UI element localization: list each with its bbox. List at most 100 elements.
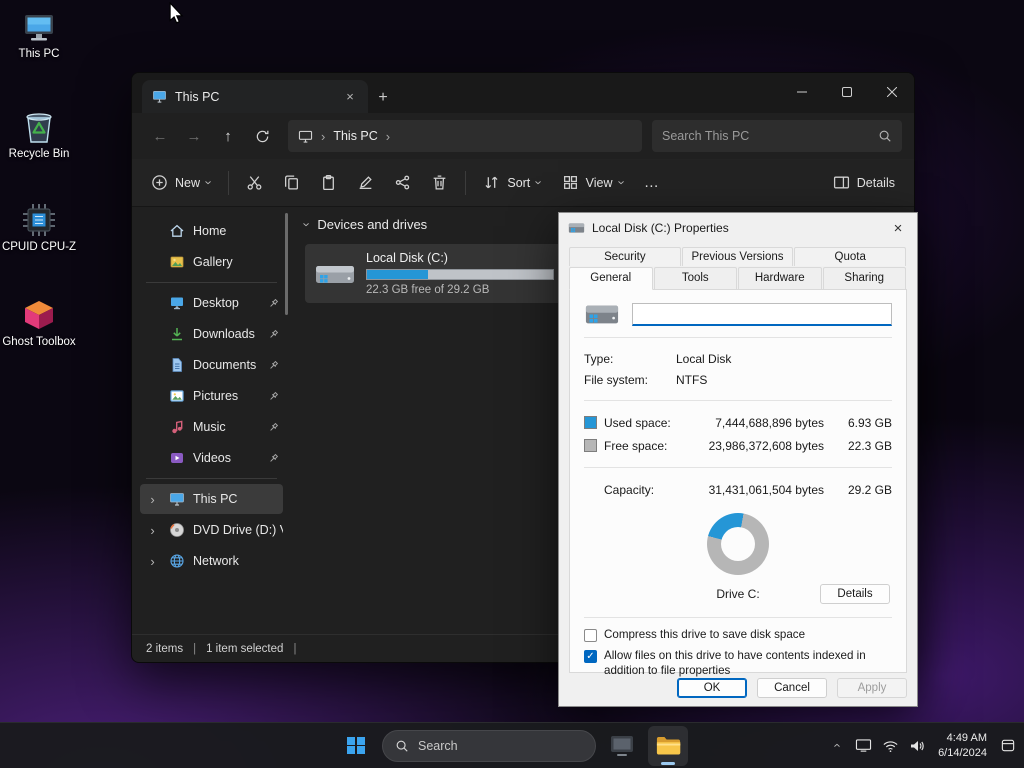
refresh-icon[interactable] (246, 120, 278, 152)
tab-sharing[interactable]: Sharing (823, 267, 907, 290)
gallery-icon (168, 254, 185, 271)
volume-label-input[interactable] (632, 303, 892, 326)
sidebar-item-network[interactable]: › Network (140, 546, 283, 576)
chevron-right-icon[interactable]: › (145, 524, 160, 537)
breadcrumb[interactable]: › This PC › (288, 120, 642, 152)
sidebar-item-this-pc[interactable]: › This PC (140, 484, 283, 514)
separator (584, 337, 892, 338)
chevron-collapse-icon[interactable]: › (301, 222, 314, 226)
desktop-icon-this-pc[interactable]: This PC (0, 12, 78, 62)
new-button[interactable]: New › (142, 166, 220, 200)
navigation-bar: ← → ↑ › This PC › (132, 113, 914, 159)
sidebar-item-home[interactable]: Home (140, 216, 283, 246)
downloads-icon (168, 326, 185, 343)
sidebar-item-videos[interactable]: Videos (140, 443, 283, 473)
cast-icon[interactable] (853, 732, 873, 760)
tab-quota[interactable]: Quota (794, 247, 906, 266)
filesystem-value: NTFS (676, 373, 892, 387)
tab-hardware[interactable]: Hardware (738, 267, 822, 290)
taskbar-app-window[interactable] (602, 726, 642, 766)
forward-icon[interactable]: → (178, 120, 210, 152)
chevron-right-icon[interactable]: › (145, 555, 160, 568)
notification-icon[interactable] (998, 732, 1018, 760)
command-bar: New › Sort › View › (132, 159, 914, 207)
dialog-titlebar[interactable]: Local Disk (C:) Properties × (559, 213, 917, 243)
search-icon (395, 739, 409, 753)
sidebar-item-gallery[interactable]: Gallery (140, 247, 283, 277)
taskbar-clock[interactable]: 4:49 AM 6/14/2024 (938, 731, 987, 761)
details-pane-button[interactable]: Details (824, 166, 904, 200)
tab-security[interactable]: Security (569, 247, 681, 266)
cancel-button[interactable]: Cancel (757, 678, 827, 698)
close-icon[interactable]: × (879, 213, 917, 243)
desktop-icon-ghost-toolbox[interactable]: Ghost Toolbox (0, 298, 78, 350)
pin-icon (268, 422, 279, 433)
taskbar-search[interactable] (382, 730, 596, 762)
tab-previous-versions[interactable]: Previous Versions (682, 247, 794, 266)
windows-logo-icon (347, 737, 365, 755)
new-tab-button[interactable]: + (368, 83, 398, 113)
check-icon: ✓ (586, 652, 594, 662)
sidebar-item-music[interactable]: Music (140, 412, 283, 442)
back-icon[interactable]: ← (144, 120, 176, 152)
minimize-button[interactable] (779, 73, 824, 111)
tab-close-icon[interactable]: × (342, 89, 358, 104)
breadcrumb-location[interactable]: This PC (333, 129, 377, 143)
videos-icon (168, 450, 185, 467)
paste-button[interactable] (311, 166, 346, 200)
clock-date: 6/14/2024 (938, 746, 987, 761)
explorer-search-box[interactable] (652, 120, 902, 152)
desktop-icon-label: This PC (19, 48, 60, 62)
apply-button[interactable]: Apply (837, 678, 907, 698)
toolbox-cube-icon (22, 298, 56, 332)
more-options-button[interactable]: … (635, 166, 669, 200)
sidebar-item-documents[interactable]: Documents (140, 350, 283, 380)
cut-button[interactable] (237, 166, 272, 200)
sidebar-item-label: Home (193, 224, 226, 238)
used-space-swatch (584, 416, 597, 429)
desktop-icon-cpuz[interactable]: CPUID CPU-Z (0, 203, 78, 255)
type-value: Local Disk (676, 352, 892, 366)
sidebar-scrollbar[interactable] (285, 213, 288, 315)
sidebar-item-dvd-drive[interactable]: › DVD Drive (D:) V (140, 515, 283, 545)
home-icon (168, 223, 185, 240)
properties-dialog[interactable]: Local Disk (C:) Properties × Security Pr… (558, 212, 918, 707)
volume-icon[interactable] (907, 732, 927, 760)
sidebar-item-pictures[interactable]: Pictures (140, 381, 283, 411)
explorer-tab-this-pc[interactable]: This PC × (142, 80, 368, 113)
sidebar-item-downloads[interactable]: Downloads (140, 319, 283, 349)
close-button[interactable] (869, 73, 914, 111)
wifi-icon[interactable] (880, 732, 900, 760)
taskbar-search-input[interactable] (418, 739, 583, 753)
taskbar-file-explorer[interactable] (648, 726, 688, 766)
details-button[interactable]: Details (820, 584, 890, 604)
sidebar-item-desktop[interactable]: Desktop (140, 288, 283, 318)
tab-tools[interactable]: Tools (654, 267, 738, 290)
checkbox-allow-indexing[interactable]: ✓ (584, 650, 597, 663)
pin-icon (268, 298, 279, 309)
tab-general[interactable]: General (569, 267, 653, 290)
delete-button[interactable] (422, 166, 457, 200)
ok-button[interactable]: OK (677, 678, 747, 698)
breadcrumb-separator[interactable]: › (386, 130, 390, 143)
capacity-bytes: 31,431,061,504 bytes (690, 483, 830, 497)
share-button[interactable] (385, 166, 420, 200)
checkbox-compress-drive[interactable] (584, 629, 597, 642)
desktop-icon-recycle-bin[interactable]: Recycle Bin (0, 108, 78, 162)
sidebar-item-label: Network (193, 554, 239, 568)
rename-button[interactable] (348, 166, 383, 200)
up-icon[interactable]: ↑ (212, 120, 244, 152)
copy-button[interactable] (274, 166, 309, 200)
search-input[interactable] (662, 129, 870, 143)
drive-icon (568, 222, 585, 234)
hidden-icons-chevron[interactable]: › (826, 732, 846, 760)
sort-button[interactable]: Sort › (474, 166, 550, 200)
maximize-button[interactable] (824, 73, 869, 111)
sidebar-separator (146, 478, 277, 479)
chevron-right-icon[interactable]: › (145, 493, 160, 506)
this-pc-icon (152, 90, 167, 103)
start-button[interactable] (336, 726, 376, 766)
view-button[interactable]: View › (553, 166, 633, 200)
drive-local-disk-c[interactable]: Local Disk (C:) 22.3 GB free of 29.2 GB (305, 244, 563, 303)
separator (584, 400, 892, 401)
